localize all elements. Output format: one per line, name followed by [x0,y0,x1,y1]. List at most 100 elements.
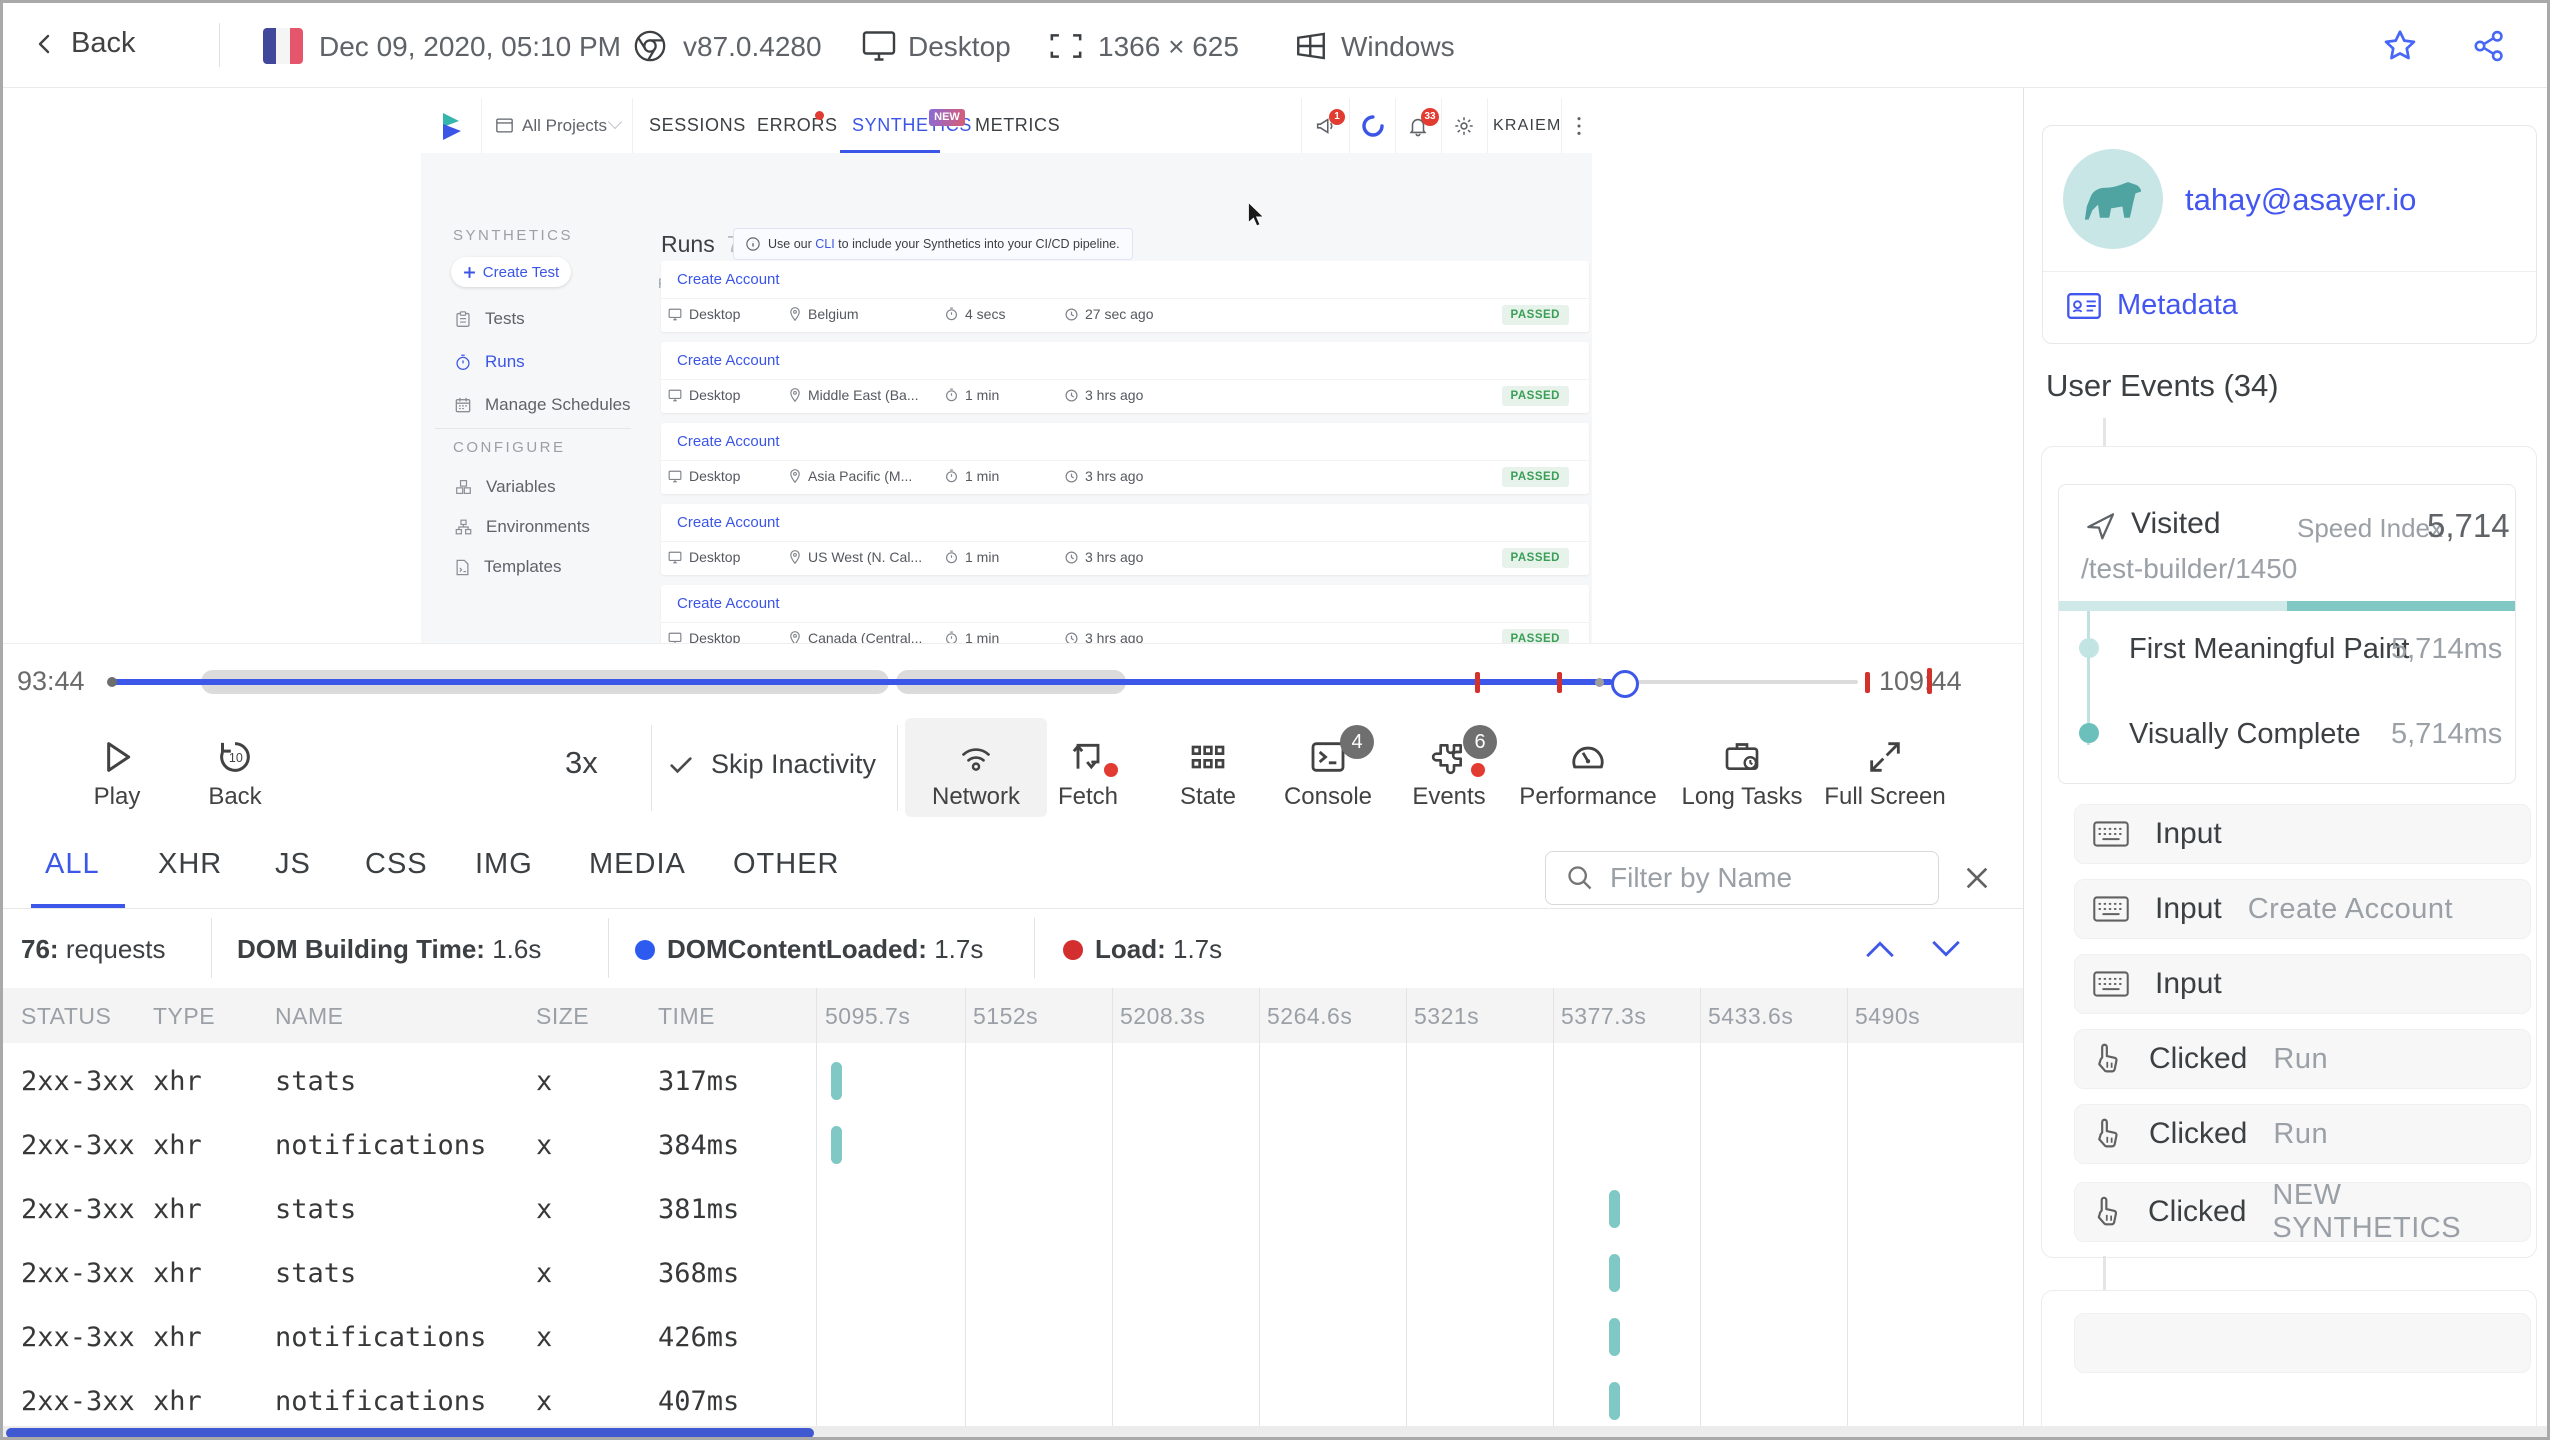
event-row-input[interactable]: Input [2074,804,2531,864]
project-window-icon [496,118,513,133]
events-alert-dot [1471,763,1485,777]
network-request-row[interactable]: 2xx-3xx xhr notifications x 426ms [3,1305,2023,1369]
share-icon[interactable] [2471,28,2507,64]
error-marker[interactable] [1865,672,1870,693]
metadata-button[interactable]: Metadata [2067,289,2238,322]
full-screen-button[interactable]: Full Screen [1815,715,1955,820]
total-time: 109:44 [1879,666,1962,696]
scrollbar-thumb[interactable] [6,1428,814,1437]
network-request-row[interactable]: 2xx-3xx xhr notifications x 407ms [3,1369,2023,1433]
id-card-icon [2067,292,2101,319]
network-request-row[interactable]: 2xx-3xx xhr notifications x 384ms [3,1113,2023,1177]
divider [2043,271,2536,272]
back-10s-button[interactable]: 10 Back [165,715,305,820]
cli-link[interactable]: CLI [815,237,834,251]
tab-xhr[interactable]: XHR [158,848,222,881]
tab-js[interactable]: JS [275,848,311,881]
dom-content-loaded: DOMContentLoaded: 1.7s [635,934,983,965]
svg-text:10: 10 [229,751,243,765]
plus-icon [463,266,475,278]
visited-event-card[interactable]: Visited Speed Index 5,714 /test-builder/… [2058,484,2516,784]
kebab-menu-icon[interactable] [1569,115,1589,137]
project-selector[interactable]: All Projects [481,98,633,153]
current-time: 93:44 [17,666,85,696]
events-button[interactable]: 6 Events [1379,715,1519,820]
create-test-button[interactable]: Create Test [451,257,571,287]
check-icon [670,756,692,773]
close-panel-icon[interactable] [1961,862,1993,894]
run-card[interactable]: Create Account Desktop Canada (Central..… [661,585,1589,643]
player-timeline[interactable]: 93:44 109:44 [3,643,2023,716]
desktop-monitor-icon [862,31,896,61]
run-status-badge: PASSED [1501,305,1569,325]
playhead-handle[interactable] [1611,670,1639,698]
speed-toggle[interactable]: 3x [565,745,598,781]
fetch-alert-dot [1104,763,1118,777]
tab-other[interactable]: OTHER [733,848,840,881]
run-device: Desktop [668,387,740,403]
player-controls: Play 10 Back 3x Skip Inactivity Network [3,715,2023,821]
event-row-input[interactable]: Input [2074,954,2531,1014]
filter-by-name-input[interactable]: Filter by Name [1545,851,1939,905]
console-button[interactable]: 4 Console [1258,715,1398,820]
app-tab-sessions[interactable]: SESSIONS [649,115,746,136]
sidebar-item-templates[interactable]: Templates [455,557,561,577]
run-card[interactable]: Create Account Desktop Asia Pacific (M..… [661,423,1589,494]
app-tab-metrics[interactable]: METRICS [975,115,1060,136]
device-type: Desktop [908,31,1011,62]
performance-button[interactable]: Performance [1518,715,1658,820]
horizontal-scrollbar[interactable] [3,1426,2547,1437]
run-location: Middle East (Ba... [789,387,919,403]
network-request-row[interactable]: 2xx-3xx xhr stats x 317ms [3,1049,2023,1113]
fetch-button[interactable]: Fetch [1018,715,1158,820]
jump-previous-icon[interactable] [1863,936,1897,962]
keyboard-icon [2093,821,2129,847]
event-row-clicked[interactable]: Clicked NEW SYNTHETICS [2074,1179,2531,1244]
back-button[interactable]: Back [33,27,135,60]
network-request-row[interactable]: 2xx-3xx xhr stats x 381ms [3,1177,2023,1241]
events-count-badge: 6 [1463,725,1497,759]
error-marker[interactable] [1475,672,1480,693]
favorite-star-icon[interactable] [2381,27,2419,65]
app-nav-bar: All Projects SESSIONS ERRORS SYNTHETICS … [421,98,1592,154]
browser-version: v87.0.4280 [683,31,822,62]
megaphone-badge: 1 [1329,109,1345,125]
tab-media[interactable]: MEDIA [589,848,686,881]
sidebar-item-runs[interactable]: Runs [455,352,525,372]
event-row-clicked[interactable]: Clicked Run [2074,1104,2531,1164]
event-row-clicked[interactable]: Clicked Run [2074,1029,2531,1089]
run-card[interactable]: Create Account Desktop Belgium 4 secs 27… [661,261,1589,332]
user-menu[interactable]: KRAIEM [1493,117,1562,135]
tab-img[interactable]: IMG [475,848,533,881]
long-tasks-button[interactable]: Long Tasks [1672,715,1812,820]
load-time: Load: 1.7s [1063,934,1222,965]
event-row-input[interactable]: Input Create Account [2074,879,2531,939]
network-summary-bar: 76: requests DOM Building Time: 1.6s DOM… [3,908,2023,989]
sidebar-item-environments[interactable]: Environments [455,517,590,537]
chrome-browser-icon [634,30,666,62]
new-badge: NEW [929,109,965,126]
run-location: US West (N. Cal... [789,549,922,565]
state-button[interactable]: State [1138,715,1278,820]
sidebar-item-variables[interactable]: Variables [455,477,556,497]
skip-inactivity-toggle[interactable]: Skip Inactivity [667,749,876,780]
network-request-row[interactable]: 2xx-3xx xhr stats x 368ms [3,1241,2023,1305]
user-email-link[interactable]: tahay@asayer.io [2185,182,2416,218]
tab-css[interactable]: CSS [365,848,428,881]
error-marker[interactable] [1557,672,1562,693]
settings-gear-icon[interactable] [1453,115,1475,137]
top-bar: Back Dec 09, 2020, 05:10 PM v87.0.4280 D… [3,3,2547,88]
run-card[interactable]: Create Account Desktop Middle East (Ba..… [661,342,1589,413]
project-selector-value: All Projects [522,116,608,135]
chevron-down-icon [607,114,623,130]
run-card[interactable]: Create Account Desktop US West (N. Cal..… [661,504,1589,575]
event-row[interactable] [2074,1313,2531,1373]
app-tab-errors[interactable]: ERRORS [757,115,838,136]
sidebar-item-tests[interactable]: Tests [455,309,525,329]
sidebar-item-manage-schedules[interactable]: Manage Schedules [455,395,631,415]
jump-next-icon[interactable] [1929,936,1963,962]
run-time-ago: 3 hrs ago [1065,468,1143,484]
error-marker [1927,668,1932,694]
event-group-card: Visited Speed Index 5,714 /test-builder/… [2041,446,2537,1258]
tab-all[interactable]: ALL [45,848,100,881]
